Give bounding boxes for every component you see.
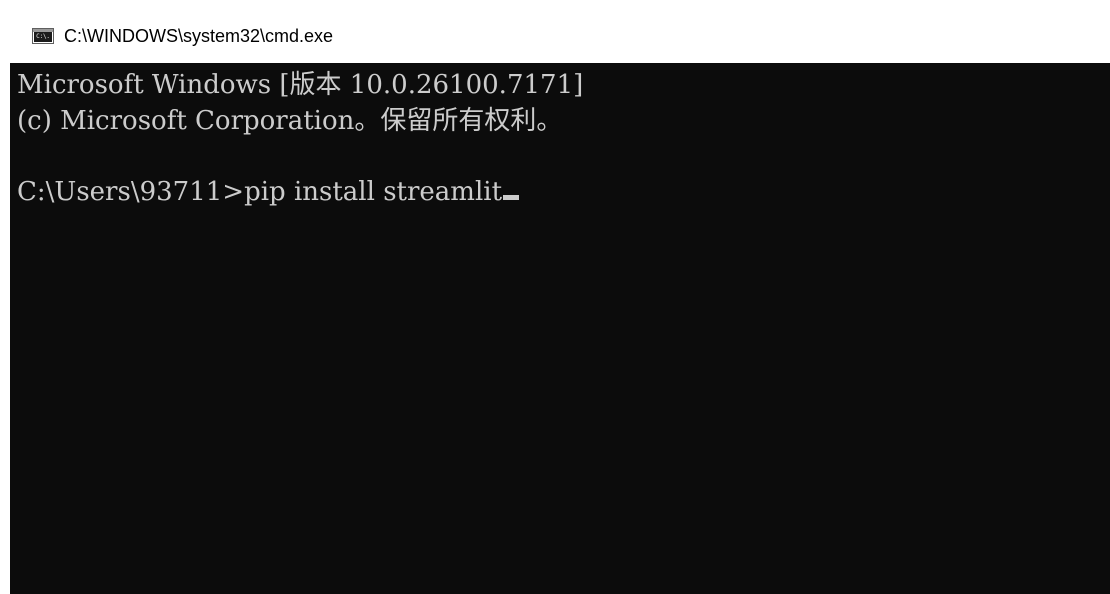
- title-bar[interactable]: C:\. C:\WINDOWS\system32\cmd.exe: [10, 10, 1110, 63]
- window-title: C:\WINDOWS\system32\cmd.exe: [64, 26, 334, 46]
- text-cursor: [503, 195, 520, 200]
- cmd-console-icon[interactable]: C:\.: [32, 28, 54, 44]
- cmd-window: C:\. C:\WINDOWS\system32\cmd.exe Microso…: [10, 10, 1110, 594]
- console-line-copyright: (c) Microsoft Corporation。保留所有权利。: [17, 106, 563, 136]
- console-line-version: Microsoft Windows [版本 10.0.26100.7171]: [17, 70, 584, 100]
- command-prompt-line[interactable]: C:\Users\93711>pip install streamlit: [17, 174, 520, 210]
- icon-screen: C:\.: [34, 32, 52, 42]
- console-output[interactable]: Microsoft Windows [版本 10.0.26100.7171] (…: [17, 63, 1107, 594]
- command-input[interactable]: C:\Users\93711>pip install streamlit: [17, 177, 502, 207]
